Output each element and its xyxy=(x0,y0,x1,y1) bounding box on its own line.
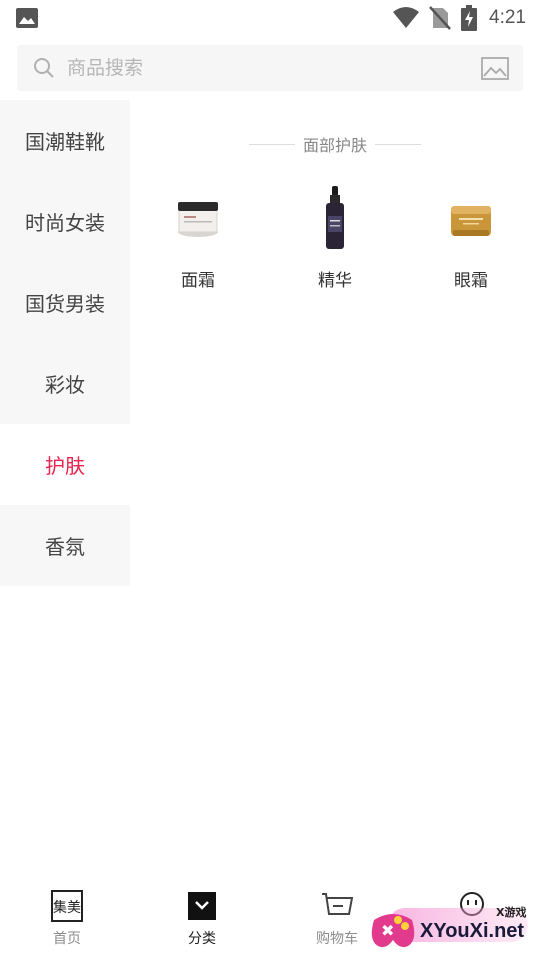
status-icons: 4:21 xyxy=(393,5,526,31)
sidebar-item-makeup[interactable]: 彩妆 xyxy=(0,343,130,424)
section-title: 面部护肤 xyxy=(248,132,422,156)
watermark-text: XYouXi.net xyxy=(420,920,525,942)
category-bag-icon xyxy=(188,892,216,920)
app-screen: 4:21 国潮鞋靴 时尚女装 国货男装 彩妆 护肤 香氛 面部护肤 xyxy=(0,0,540,960)
gamepad-logo-icon: ✖ xyxy=(371,914,415,948)
watermark: ✖ X游戏 XYouXi.net xyxy=(368,898,536,954)
product-eye-cream[interactable]: 眼霜 xyxy=(421,186,521,291)
eye-cream-jar-icon xyxy=(451,206,491,236)
photo-icon xyxy=(16,8,38,28)
sidebar-item-label: 彩妆 xyxy=(45,373,85,397)
product-serum[interactable]: 精华 xyxy=(285,186,385,291)
svg-text:✖: ✖ xyxy=(381,921,394,940)
tab-category[interactable]: 分类 xyxy=(157,890,247,948)
product-label: 眼霜 xyxy=(454,271,488,291)
section-title-text: 面部护肤 xyxy=(302,136,367,155)
divider xyxy=(375,143,421,145)
home-logo-icon: 集美 xyxy=(51,890,83,922)
tab-label: 首页 xyxy=(53,931,81,947)
wifi-icon xyxy=(393,7,420,28)
svg-text:集美: 集美 xyxy=(53,899,81,916)
sidebar-item-label: 时尚女装 xyxy=(25,211,105,235)
sidebar-item-label: 国潮鞋靴 xyxy=(25,130,105,154)
status-bar: 4:21 xyxy=(0,0,540,36)
sidebar-item-fragrance[interactable]: 香氛 xyxy=(0,505,130,586)
tab-home[interactable]: 集美 首页 xyxy=(22,890,112,948)
tab-label: 分类 xyxy=(188,931,216,947)
sidebar-item-label: 护肤 xyxy=(45,454,85,478)
product-face-cream[interactable]: 面霜 xyxy=(148,186,248,291)
category-sidebar: 国潮鞋靴 时尚女装 国货男装 彩妆 护肤 香氛 xyxy=(0,100,130,586)
product-label: 面霜 xyxy=(181,271,215,291)
sidebar-item-label: 国货男装 xyxy=(25,292,105,316)
cart-icon xyxy=(322,893,353,915)
serum-bottle-icon xyxy=(326,186,344,249)
clock-time: 4:21 xyxy=(489,7,526,28)
search-icon xyxy=(34,58,54,78)
no-sim-icon xyxy=(429,6,451,30)
sidebar-item-skincare[interactable]: 护肤 xyxy=(0,424,130,505)
sidebar-item-womens-fashion[interactable]: 时尚女装 xyxy=(0,181,130,262)
sidebar-item-mens-wear[interactable]: 国货男装 xyxy=(0,262,130,343)
product-label: 精华 xyxy=(318,271,352,291)
sidebar-item-shoes[interactable]: 国潮鞋靴 xyxy=(0,100,130,181)
search-input[interactable] xyxy=(67,45,467,91)
divider xyxy=(248,143,295,145)
search-bar[interactable] xyxy=(17,45,523,91)
battery-charging-icon xyxy=(461,5,478,31)
image-search-icon[interactable] xyxy=(481,57,509,80)
sidebar-item-label: 香氛 xyxy=(45,535,85,559)
face-cream-jar-icon xyxy=(178,202,218,237)
watermark-small-text: X游戏 xyxy=(496,906,527,919)
